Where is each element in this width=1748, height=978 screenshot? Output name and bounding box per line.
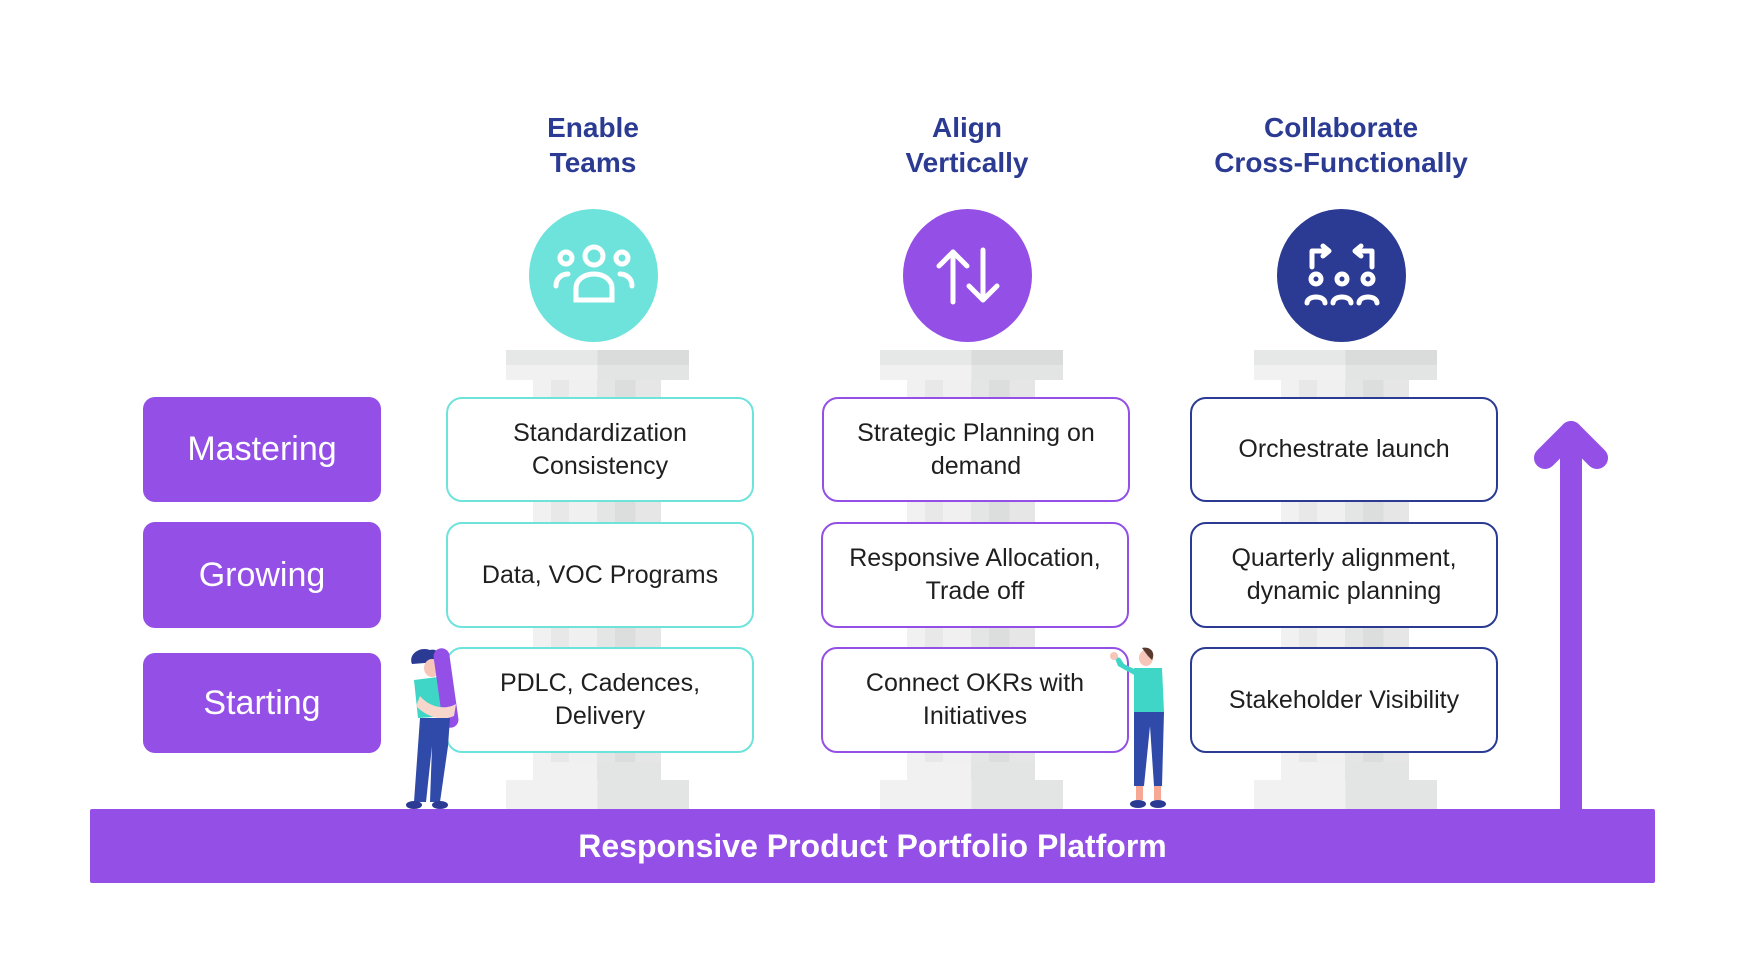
heading-line: Collaborate <box>1263 112 1419 143</box>
platform-label: Responsive Product Portfolio Platform <box>578 827 1167 864</box>
heading-line: Cross-Functionally <box>1214 147 1468 178</box>
level-starting: Starting <box>143 653 381 753</box>
column-heading-collaborate: Collaborate Cross-Functionally <box>1191 110 1491 180</box>
heading-line: Enable <box>547 112 639 143</box>
cell-enable-teams-starting: PDLC, Cadences, Delivery <box>446 647 754 753</box>
heading-line: Teams <box>549 147 637 178</box>
column-heading-enable-teams: Enable Teams <box>443 110 743 180</box>
heading-line: Vertically <box>905 147 1029 178</box>
team-people-icon <box>529 209 658 342</box>
cell-collaborate-starting: Stakeholder Visibility <box>1190 647 1498 753</box>
level-mastering: Mastering <box>143 397 381 502</box>
cell-align-vertically-mastering: Strategic Planning on demand <box>822 397 1130 502</box>
cross-functional-collaboration-icon <box>1277 209 1406 342</box>
up-arrow-icon <box>1534 418 1608 823</box>
cell-align-vertically-starting: Connect OKRs with Initiatives <box>821 647 1129 753</box>
cell-collaborate-growing: Quarterly alignment, dynamic planning <box>1190 522 1498 628</box>
cell-enable-teams-mastering: Standardization Consistency <box>446 397 754 502</box>
cell-enable-teams-growing: Data, VOC Programs <box>446 522 754 628</box>
heading-line: Align <box>932 112 1002 143</box>
column-heading-align-vertically: Align Vertically <box>817 110 1117 180</box>
cell-align-vertically-growing: Responsive Allocation, Trade off <box>821 522 1129 628</box>
person-pointing-illustration <box>1108 646 1178 810</box>
platform-bar: Responsive Product Portfolio Platform <box>90 809 1655 883</box>
up-down-arrows-icon <box>903 209 1032 342</box>
cell-collaborate-mastering: Orchestrate launch <box>1190 397 1498 502</box>
person-with-pencil-illustration <box>400 646 485 810</box>
level-growing: Growing <box>143 522 381 628</box>
